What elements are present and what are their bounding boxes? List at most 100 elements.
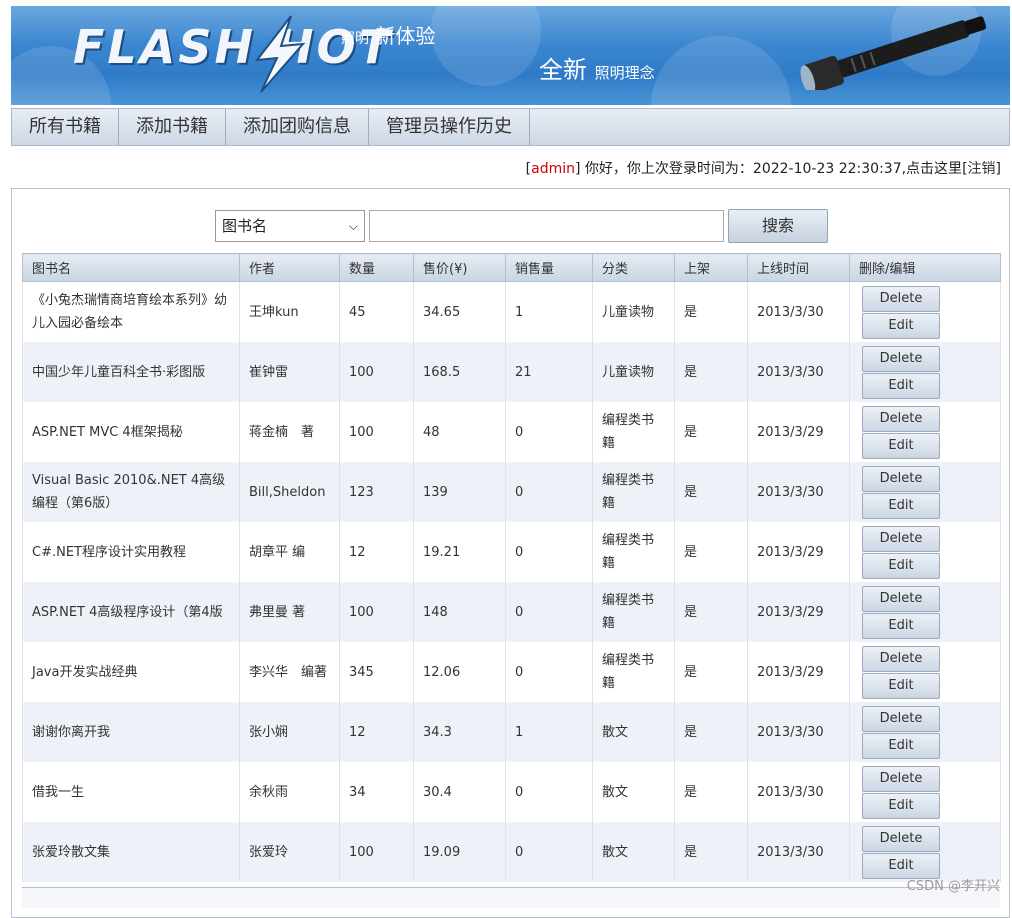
search-input[interactable] <box>369 210 724 242</box>
cell-cat: 编程类书籍 <box>592 522 675 582</box>
cell-name: C#.NET程序设计实用教程 <box>22 522 240 582</box>
edit-button[interactable]: Edit <box>862 732 940 759</box>
cell-cat: 编程类书籍 <box>592 582 675 642</box>
cell-actions: Delete Edit <box>849 281 1001 342</box>
cell-name: Java开发实战经典 <box>22 642 240 702</box>
cell-sales: 1 <box>505 702 593 762</box>
search-button[interactable]: 搜索 <box>728 209 828 243</box>
cell-actions: Delete Edit <box>849 342 1001 402</box>
cell-shelf: 是 <box>674 822 748 882</box>
edit-button[interactable]: Edit <box>862 372 940 399</box>
table-row: Java开发实战经典 李兴华 编著 345 12.06 0 编程类书籍是 2013/3/29… <box>22 642 1001 702</box>
cell-sales: 21 <box>505 342 593 402</box>
cell-sales: 0 <box>505 582 593 642</box>
welcome-message: 你好，你上次登录时间为：2022-10-23 22:30:37,点击这里 <box>580 161 963 177</box>
cell-shelf: 是 <box>674 642 748 702</box>
cell-qty: 100 <box>339 582 414 642</box>
edit-button[interactable]: Edit <box>862 312 940 339</box>
edit-button[interactable]: Edit <box>862 552 940 579</box>
flashlight-image <box>800 16 987 90</box>
col-header[interactable]: 数量 <box>339 253 414 282</box>
col-header[interactable]: 作者 <box>239 253 340 282</box>
cell-qty: 100 <box>339 822 414 882</box>
cell-name: ASP.NET 4高级程序设计（第4版 <box>22 582 240 642</box>
username: admin <box>531 161 575 177</box>
nav-add-group-buy[interactable]: 添加团购信息 <box>226 109 369 145</box>
cell-cat: 散文 <box>592 762 675 822</box>
cell-shelf: 是 <box>674 582 748 642</box>
watermark: CSDN @李开兴 <box>906 879 1000 894</box>
cell-sales: 0 <box>505 402 593 462</box>
col-header[interactable]: 上架 <box>674 253 748 282</box>
cell-cat: 编程类书籍 <box>592 462 675 522</box>
cell-date: 2013/3/30 <box>747 342 850 402</box>
cell-sales: 1 <box>505 281 593 342</box>
cell-cat: 儿童读物 <box>592 281 675 342</box>
delete-button[interactable]: Delete <box>862 825 940 852</box>
cell-author: 弗里曼 著 <box>239 582 340 642</box>
col-header[interactable]: 售价(¥) <box>413 253 506 282</box>
cell-date: 2013/3/30 <box>747 462 850 522</box>
nav-all-books[interactable]: 所有书籍 <box>12 109 119 145</box>
table-row: 借我一生 余秋雨 34 30.4 0 散文是 2013/3/30 Delete Edit <box>22 762 1001 822</box>
cell-qty: 100 <box>339 342 414 402</box>
delete-button[interactable]: Delete <box>862 465 940 492</box>
cell-price: 12.06 <box>413 642 506 702</box>
delete-button[interactable]: Delete <box>862 525 940 552</box>
cell-price: 48 <box>413 402 506 462</box>
table-row: Visual Basic 2010&.NET 4高级编程（第6版） Bill,Sh… <box>22 462 1001 522</box>
edit-button[interactable]: Edit <box>862 672 940 699</box>
delete-button[interactable]: Delete <box>862 285 940 312</box>
cell-name: 张爱玲散文集 <box>22 822 240 882</box>
cell-cat: 儿童读物 <box>592 342 675 402</box>
slogan-top: 照明 新体验 <box>341 24 436 48</box>
cell-shelf: 是 <box>674 762 748 822</box>
delete-button[interactable]: Delete <box>862 705 940 732</box>
cell-price: 168.5 <box>413 342 506 402</box>
cell-shelf: 是 <box>674 402 748 462</box>
header-banner: FLASH HOT 照明 新体验 全新 照明理念 <box>11 6 1010 105</box>
table-row: ASP.NET MVC 4框架揭秘 蒋金楠 著 100 48 0 编程类书籍是 2013/3… <box>22 402 1001 462</box>
delete-button[interactable]: Delete <box>862 765 940 792</box>
cell-date: 2013/3/29 <box>747 402 850 462</box>
table-row: 中国少年儿童百科全书·彩图版 崔钟雷 100 168.5 21 儿童读物是 2013/3/3… <box>22 342 1001 402</box>
cell-name: 中国少年儿童百科全书·彩图版 <box>22 342 240 402</box>
pager-row <box>22 887 1000 908</box>
edit-button[interactable]: Edit <box>862 492 940 519</box>
cell-author: Bill,Sheldon <box>239 462 340 522</box>
table-row: 谢谢你离开我 张小娴 12 34.3 1 散文是 2013/3/30 Delete Edit <box>22 702 1001 762</box>
table-row: C#.NET程序设计实用教程 胡章平 编 12 19.21 0 编程类书籍是 2013/3/… <box>22 522 1001 582</box>
delete-button[interactable]: Delete <box>862 405 940 432</box>
edit-button[interactable]: Edit <box>862 432 940 459</box>
logout-link[interactable]: 注销 <box>968 161 996 177</box>
cell-price: 34.3 <box>413 702 506 762</box>
cell-author: 张爱玲 <box>239 822 340 882</box>
cell-name: 《小兔杰瑞情商培育绘本系列》幼儿入园必备绘本 <box>22 281 240 342</box>
col-header[interactable]: 上线时间 <box>747 253 850 282</box>
col-header[interactable]: 销售量 <box>505 253 593 282</box>
cell-author: 蒋金楠 著 <box>239 402 340 462</box>
cell-qty: 100 <box>339 402 414 462</box>
cell-name: 借我一生 <box>22 762 240 822</box>
search-field-select[interactable]: 图书名 ⌵ <box>215 210 365 242</box>
cell-author: 崔钟雷 <box>239 342 340 402</box>
cell-sales: 0 <box>505 522 593 582</box>
cell-qty: 34 <box>339 762 414 822</box>
nav-admin-history[interactable]: 管理员操作历史 <box>369 109 530 145</box>
delete-button[interactable]: Delete <box>862 345 940 372</box>
cell-author: 胡章平 编 <box>239 522 340 582</box>
cell-author: 张小娴 <box>239 702 340 762</box>
delete-button[interactable]: Delete <box>862 645 940 672</box>
cell-shelf: 是 <box>674 462 748 522</box>
col-header[interactable]: 分类 <box>592 253 675 282</box>
cell-date: 2013/3/30 <box>747 822 850 882</box>
edit-button[interactable]: Edit <box>862 612 940 639</box>
cell-cat: 编程类书籍 <box>592 642 675 702</box>
cell-actions: Delete Edit <box>849 642 1001 702</box>
edit-button[interactable]: Edit <box>862 792 940 819</box>
nav-add-book[interactable]: 添加书籍 <box>119 109 226 145</box>
cell-shelf: 是 <box>674 702 748 762</box>
cell-qty: 345 <box>339 642 414 702</box>
col-header[interactable]: 图书名 <box>22 253 240 282</box>
delete-button[interactable]: Delete <box>862 585 940 612</box>
